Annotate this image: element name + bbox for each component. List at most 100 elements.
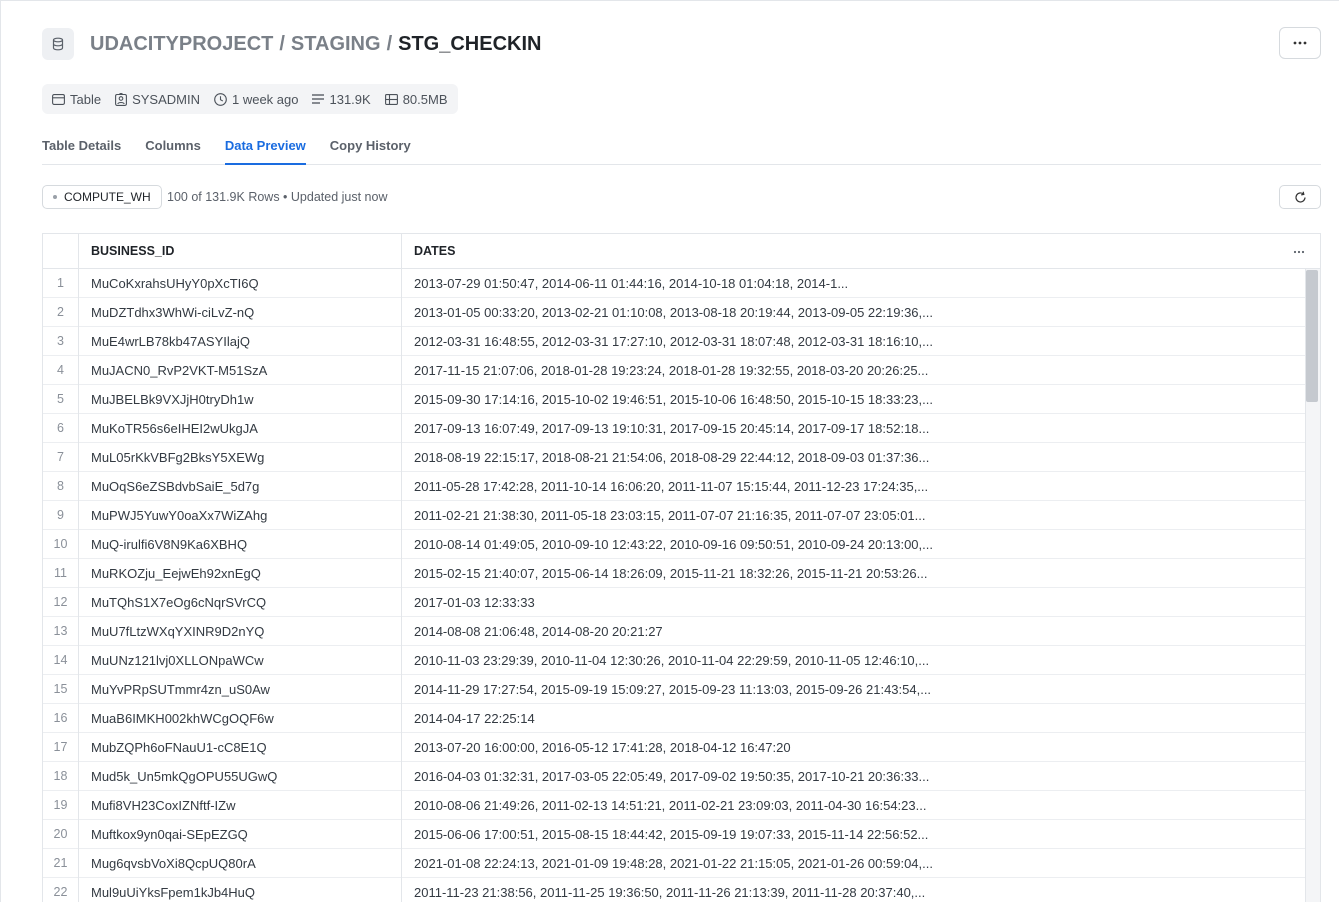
table-row[interactable]: 5 MuJBELBk9VXJjH0tryDh1w 2015-09-30 17:14:…: [43, 385, 1305, 414]
cell-business-id[interactable]: MuYvPRpSUTmmr4zn_uS0Aw: [79, 675, 402, 704]
cell-business-id[interactable]: Mul9uUiYksFpem1kJb4HuQ: [79, 878, 402, 902]
tab-table-details[interactable]: Table Details: [42, 130, 121, 164]
cell-dates[interactable]: 2014-04-17 22:25:14: [402, 704, 1302, 733]
cell-business-id[interactable]: MuDZTdhx3WhWi-ciLvZ-nQ: [79, 298, 402, 327]
user-badge-icon: [115, 92, 128, 106]
table-row[interactable]: 15 MuYvPRpSUTmmr4zn_uS0Aw 2014-11-29 17:27…: [43, 675, 1305, 704]
cell-business-id[interactable]: Mud5k_Un5mkQgOPU55UGwQ: [79, 762, 402, 791]
cell-dates[interactable]: 2011-11-23 21:38:56, 2011-11-25 19:36:50…: [402, 878, 1302, 902]
meta-rows: 131.9K: [312, 92, 371, 107]
breadcrumb-database[interactable]: UDACITYPROJECT: [90, 33, 273, 56]
cell-dates[interactable]: 2015-09-30 17:14:16, 2015-10-02 19:46:51…: [402, 385, 1302, 414]
column-header-dates[interactable]: DATES: [402, 234, 1302, 269]
table-row[interactable]: 18 Mud5k_Un5mkQgOPU55UGwQ 2016-04-03 01:32…: [43, 762, 1305, 791]
table-row[interactable]: 19 Mufi8VH23CoxIZNftf-IZw 2010-08-06 21:49…: [43, 791, 1305, 820]
cell-dates[interactable]: 2011-02-21 21:38:30, 2011-05-18 23:03:15…: [402, 501, 1302, 530]
table-row[interactable]: 11 MuRKOZju_EejwEh92xnEgQ 2015-02-15 21:40…: [43, 559, 1305, 588]
tab-data-preview[interactable]: Data Preview: [224, 130, 306, 165]
table-row[interactable]: 2 MuDZTdhx3WhWi-ciLvZ-nQ 2013-01-05 00:33:…: [43, 298, 1305, 327]
cell-dates[interactable]: 2010-08-14 01:49:05, 2010-09-10 12:43:22…: [402, 530, 1302, 559]
table-row[interactable]: 12 MuTQhS1X7eOg6cNqrSVrCQ 2017-01-03 12:33…: [43, 588, 1305, 617]
cell-dates[interactable]: 2014-08-08 21:06:48, 2014-08-20 20:21:27: [402, 617, 1302, 646]
table-row[interactable]: 1 MuCoKxrahsUHyY0pXcTI6Q 2013-07-29 01:50:…: [43, 269, 1305, 298]
tab-columns[interactable]: Columns: [145, 130, 201, 164]
tab-copy-history[interactable]: Copy History: [330, 130, 411, 164]
cell-business-id[interactable]: MubZQPh6oFNauU1-cC8E1Q: [79, 733, 402, 762]
table-row[interactable]: 6 MuKoTR56s6eIHEI2wUkgJA 2017-09-13 16:07:…: [43, 414, 1305, 443]
table-row[interactable]: 10 MuQ-irulfi6V8N9Ka6XBHQ 2010-08-14 01:49…: [43, 530, 1305, 559]
table-row[interactable]: 22 Mul9uUiYksFpem1kJb4HuQ 2011-11-23 21:38…: [43, 878, 1305, 902]
cell-business-id[interactable]: MuTQhS1X7eOg6cNqrSVrCQ: [79, 588, 402, 617]
cell-business-id[interactable]: Mug6qvsbVoXi8QcpUQ80rA: [79, 849, 402, 878]
scrollbar-thumb[interactable]: [1306, 270, 1318, 402]
table-row[interactable]: 16 MuaB6IMKH002khWCgOQF6w 2014-04-17 22:25…: [43, 704, 1305, 733]
cell-business-id[interactable]: MuJBELBk9VXJjH0tryDh1w: [79, 385, 402, 414]
cell-dates[interactable]: 2021-01-08 22:24:13, 2021-01-09 19:48:28…: [402, 849, 1302, 878]
cell-dates[interactable]: 2018-08-19 22:15:17, 2018-08-21 21:54:06…: [402, 443, 1302, 472]
cell-dates[interactable]: 2013-07-29 01:50:47, 2014-06-11 01:44:16…: [402, 269, 1302, 298]
cell-dates[interactable]: 2013-07-20 16:00:00, 2016-05-12 17:41:28…: [402, 733, 1302, 762]
cell-business-id[interactable]: MuRKOZju_EejwEh92xnEgQ: [79, 559, 402, 588]
row-number: 8: [43, 472, 79, 501]
cell-business-id[interactable]: Mufi8VH23CoxIZNftf-IZw: [79, 791, 402, 820]
table-row[interactable]: 21 Mug6qvsbVoXi8QcpUQ80rA 2021-01-08 22:24…: [43, 849, 1305, 878]
meta-owner-label: SYSADMIN: [132, 91, 200, 107]
cell-dates[interactable]: 2017-01-03 12:33:33: [402, 588, 1302, 617]
cell-business-id[interactable]: MuL05rKkVBFg2BksY5XEWg: [79, 443, 402, 472]
cell-business-id[interactable]: MuUNz121lvj0XLLONpaWCw: [79, 646, 402, 675]
meta-type-label: Table: [70, 91, 102, 107]
row-number: 2: [43, 298, 79, 327]
cell-dates[interactable]: 2010-11-03 23:29:39, 2010-11-04 12:30:26…: [402, 646, 1302, 675]
table-row[interactable]: 7 MuL05rKkVBFg2BksY5XEWg 2018-08-19 22:15:…: [43, 443, 1305, 472]
cell-dates[interactable]: 2015-06-06 17:00:51, 2015-08-15 18:44:42…: [402, 820, 1302, 849]
row-number: 22: [43, 878, 79, 902]
cell-business-id[interactable]: MuQ-irulfi6V8N9Ka6XBHQ: [79, 530, 402, 559]
clock-icon: [214, 92, 227, 106]
breadcrumb-schema[interactable]: STAGING: [291, 33, 381, 56]
row-number: 11: [43, 559, 79, 588]
table-row[interactable]: 14 MuUNz121lvj0XLLONpaWCw 2010-11-03 23:29…: [43, 646, 1305, 675]
cell-dates[interactable]: 2010-08-06 21:49:26, 2011-02-13 14:51:21…: [402, 791, 1302, 820]
row-number: 10: [43, 530, 79, 559]
warehouse-selector[interactable]: COMPUTE_WH: [42, 185, 162, 209]
page-title: STG_CHECKIN: [398, 32, 542, 55]
row-number: 21: [43, 849, 79, 878]
table-row[interactable]: 4 MuJACN0_RvP2VKT-M51SzA 2017-11-15 21:07:…: [43, 356, 1305, 385]
refresh-button[interactable]: [1279, 185, 1321, 209]
database-icon: [42, 28, 74, 60]
cell-business-id[interactable]: MuE4wrLB78kb47ASYIlajQ: [79, 327, 402, 356]
cell-dates[interactable]: 2011-05-28 17:42:28, 2011-10-14 16:06:20…: [402, 472, 1302, 501]
column-options-button[interactable]: [1289, 234, 1309, 269]
cell-dates[interactable]: 2015-02-15 21:40:07, 2015-06-14 18:26:09…: [402, 559, 1302, 588]
cell-business-id[interactable]: MuaB6IMKH002khWCgOQF6w: [79, 704, 402, 733]
table-row[interactable]: 3 MuE4wrLB78kb47ASYIlajQ 2012-03-31 16:48:…: [43, 327, 1305, 356]
meta-size-label: 80.5MB: [402, 91, 448, 107]
cell-business-id[interactable]: MuKoTR56s6eIHEI2wUkgJA: [79, 414, 402, 443]
table-row[interactable]: 13 MuU7fLtzWXqYXINR9D2nYQ 2014-08-08 21:06…: [43, 617, 1305, 646]
table-row[interactable]: 8 MuOqS6eZSBdvbSaiE_5d7g 2011-05-28 17:42:…: [43, 472, 1305, 501]
cell-business-id[interactable]: MuPWJ5YuwY0oaXx7WiZAhg: [79, 501, 402, 530]
column-header-business-id[interactable]: BUSINESS_ID: [79, 234, 402, 269]
cell-dates[interactable]: 2012-03-31 16:48:55, 2012-03-31 17:27:10…: [402, 327, 1302, 356]
cell-dates[interactable]: 2016-04-03 01:32:31, 2017-03-05 22:05:49…: [402, 762, 1302, 791]
cell-dates[interactable]: 2014-11-29 17:27:54, 2015-09-19 15:09:27…: [402, 675, 1302, 704]
row-number: 16: [43, 704, 79, 733]
warehouse-status-icon: [53, 195, 57, 199]
cell-dates[interactable]: 2017-09-13 16:07:49, 2017-09-13 19:10:31…: [402, 414, 1302, 443]
row-number: 4: [43, 356, 79, 385]
table-row[interactable]: 20 Muftkox9yn0qai-SEpEZGQ 2015-06-06 17:00…: [43, 820, 1305, 849]
cell-business-id[interactable]: MuU7fLtzWXqYXINR9D2nYQ: [79, 617, 402, 646]
cell-business-id[interactable]: MuJACN0_RvP2VKT-M51SzA: [79, 356, 402, 385]
cell-business-id[interactable]: MuCoKxrahsUHyY0pXcTI6Q: [79, 269, 402, 298]
more-actions-button[interactable]: [1279, 27, 1321, 59]
table-row[interactable]: 9 MuPWJ5YuwY0oaXx7WiZAhg 2011-02-21 21:38:…: [43, 501, 1305, 530]
cell-business-id[interactable]: MuOqS6eZSBdvbSaiE_5d7g: [79, 472, 402, 501]
cell-business-id[interactable]: Muftkox9yn0qai-SEpEZGQ: [79, 820, 402, 849]
row-number: 9: [43, 501, 79, 530]
table-header: BUSINESS_ID DATES: [43, 234, 1320, 269]
cell-dates[interactable]: 2017-11-15 21:07:06, 2018-01-28 19:23:24…: [402, 356, 1302, 385]
row-number: 20: [43, 820, 79, 849]
table-row[interactable]: 17 MubZQPh6oFNauU1-cC8E1Q 2013-07-20 16:00…: [43, 733, 1305, 762]
table-icon: [52, 93, 65, 105]
cell-dates[interactable]: 2013-01-05 00:33:20, 2013-02-21 01:10:08…: [402, 298, 1302, 327]
